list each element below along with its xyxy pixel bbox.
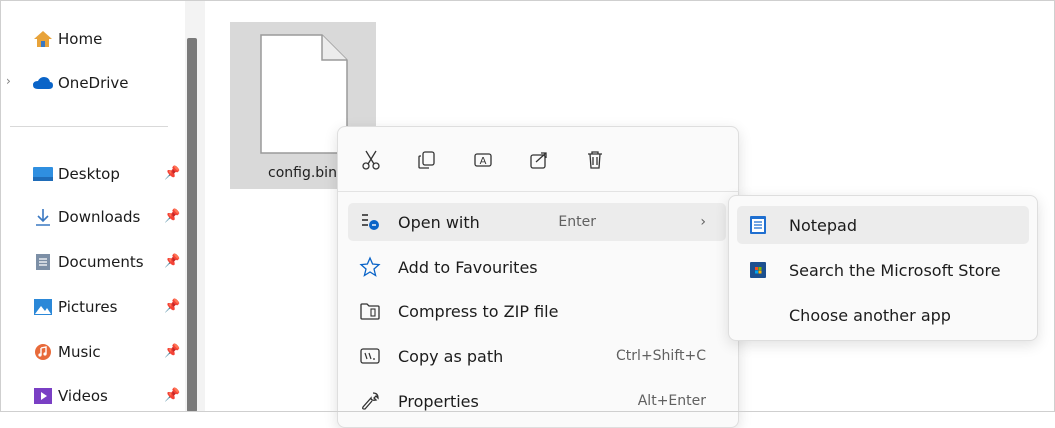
download-arrow-icon [32, 208, 54, 226]
star-icon [358, 256, 382, 278]
sidebar-item-pictures[interactable]: Pictures [32, 292, 117, 322]
copy-button[interactable] [412, 145, 442, 175]
sidebar-item-music[interactable]: Music [32, 337, 101, 367]
sidebar-scrollbar-thumb[interactable] [187, 38, 197, 412]
share-button[interactable] [524, 145, 554, 175]
sidebar-item-downloads[interactable]: Downloads [32, 202, 140, 232]
svg-text:A: A [480, 156, 487, 167]
menu-item-properties[interactable]: Properties Alt+Enter [348, 382, 726, 420]
menu-item-label: Copy as path [398, 346, 504, 366]
menu-item-shortcut: Alt+Enter [637, 393, 706, 409]
videos-icon [32, 387, 54, 405]
sidebar-item-label: Pictures [58, 298, 118, 316]
context-menu: A Open with Enter › Add to Favourites Co… [337, 126, 739, 428]
copy-icon [418, 151, 435, 169]
desktop-folder-icon [32, 165, 54, 183]
sidebar-divider [10, 126, 168, 127]
submenu-item-label: Search the Microsoft Store [789, 260, 1001, 280]
cut-button[interactable] [356, 145, 386, 175]
pin-icon[interactable]: 📌 [164, 166, 180, 181]
pictures-icon [32, 298, 54, 316]
delete-button[interactable] [580, 145, 610, 175]
pin-icon[interactable]: 📌 [164, 388, 180, 403]
sidebar-item-label: Documents [58, 253, 144, 271]
chevron-right-icon[interactable]: › [6, 74, 11, 88]
open-with-submenu: Notepad Search the Microsoft Store Choos… [728, 195, 1038, 341]
submenu-item-microsoft-store[interactable]: Search the Microsoft Store [737, 251, 1029, 289]
pin-icon[interactable]: 📌 [164, 209, 180, 224]
music-icon [32, 343, 54, 361]
sidebar-item-label: Desktop [58, 165, 120, 183]
copy-path-icon [358, 346, 382, 366]
open-with-icon [358, 212, 382, 232]
pin-icon[interactable]: 📌 [164, 344, 180, 359]
menu-item-label: Properties [398, 391, 479, 411]
submenu-item-choose-another-app[interactable]: Choose another app [737, 296, 1029, 334]
sidebar-item-label: Downloads [58, 208, 141, 226]
home-icon [32, 30, 54, 48]
rename-icon: A [474, 153, 492, 167]
navigation-pane: › Home OneDrive Desktop 📌 Downloads 📌 Do… [0, 0, 205, 412]
trash-icon [588, 151, 602, 169]
submenu-item-label: Notepad [789, 215, 857, 235]
menu-item-shortcut: Ctrl+Shift+C [616, 348, 706, 364]
sidebar-item-label: OneDrive [58, 74, 129, 92]
scissors-icon [362, 150, 380, 170]
sidebar-item-label: Videos [58, 387, 108, 405]
sidebar-item-label: Music [58, 343, 101, 361]
menu-item-compress-zip[interactable]: Compress to ZIP file [348, 292, 726, 330]
menu-item-label: Compress to ZIP file [398, 301, 559, 321]
notepad-icon [747, 215, 769, 235]
context-menu-quick-actions: A [338, 141, 738, 181]
menu-item-label: Open with [398, 212, 480, 232]
sidebar-item-onedrive[interactable]: OneDrive [32, 68, 129, 98]
sidebar-item-documents[interactable]: Documents [32, 247, 144, 277]
sidebar-item-desktop[interactable]: Desktop [32, 159, 120, 189]
sidebar-item-home[interactable]: Home [32, 24, 102, 54]
menu-separator [338, 191, 738, 192]
file-name-label[interactable]: config.bin [268, 165, 337, 181]
sidebar-item-label: Home [58, 30, 103, 48]
file-icon [260, 34, 348, 154]
onedrive-cloud-icon [32, 74, 54, 92]
submenu-item-label: Choose another app [789, 305, 951, 325]
submenu-item-notepad[interactable]: Notepad [737, 206, 1029, 244]
share-icon [530, 152, 547, 169]
menu-item-label: Add to Favourites [398, 257, 538, 277]
rename-button[interactable]: A [468, 145, 498, 175]
menu-item-shortcut: Enter [558, 214, 596, 230]
menu-item-add-to-favourites[interactable]: Add to Favourites [348, 248, 726, 286]
microsoft-store-icon [747, 261, 769, 279]
pin-icon[interactable]: 📌 [164, 299, 180, 314]
zip-folder-icon [358, 301, 382, 321]
chevron-right-icon: › [700, 214, 706, 230]
documents-icon [32, 253, 54, 271]
pin-icon[interactable]: 📌 [164, 254, 180, 269]
wrench-icon [358, 390, 382, 412]
menu-item-copy-as-path[interactable]: Copy as path Ctrl+Shift+C [348, 337, 726, 375]
menu-item-open-with[interactable]: Open with Enter › [348, 203, 726, 241]
sidebar-item-videos[interactable]: Videos [32, 381, 108, 411]
